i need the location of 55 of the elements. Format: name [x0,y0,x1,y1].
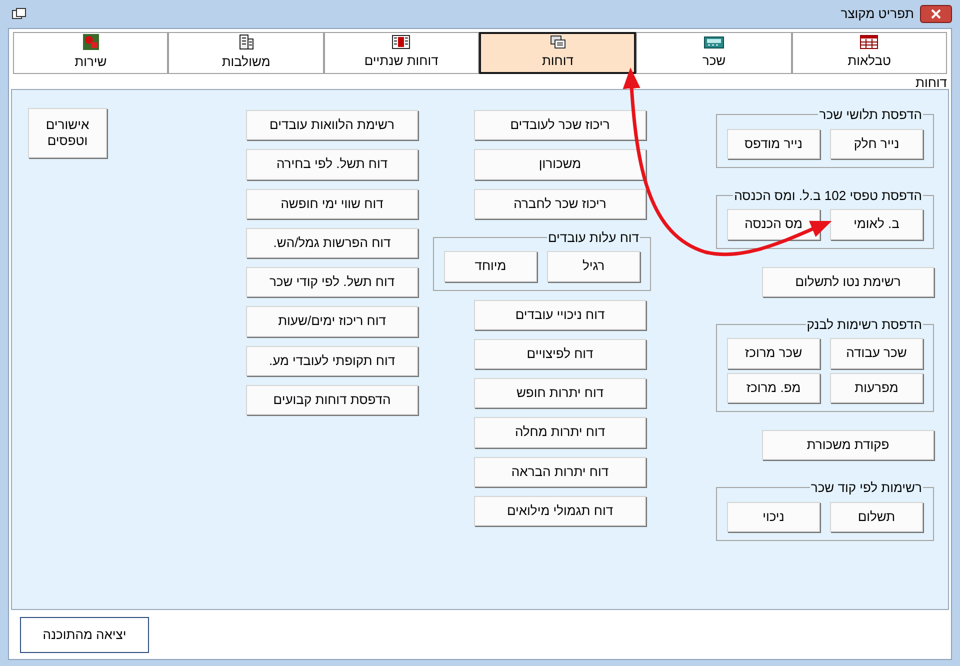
panel-title: דוחות [916,76,947,89]
tab[interactable]: טבלאות [792,32,947,74]
report-button[interactable]: דוח ריכוז ימים/שעות [246,306,418,336]
close-icon [931,9,941,19]
report-button[interactable]: דוח תקופתי לעובדי מע. [246,346,418,376]
report-button[interactable]: מפרעות [830,372,923,403]
report-button[interactable]: ריכוז שכר לעובדים [474,110,646,140]
report-button[interactable]: דוח יתרות הבראה [474,456,646,487]
report-button[interactable]: שכר מרוכז [727,338,820,368]
report-button[interactable]: דוח לפיצויים [474,338,646,369]
tab[interactable]: דוחות שנתיים [324,32,480,74]
report-button[interactable]: הדפסת דוחות קבועים [246,384,418,415]
window-title: תפריט מקוצר [840,5,914,24]
report-button[interactable]: דוח שווי ימי חופשה [246,188,418,219]
report-button[interactable]: מס הכנסה [727,209,820,240]
report-button[interactable]: דוח ניכויי עובדים [474,300,646,330]
table-icon [860,35,878,50]
report-button[interactable]: דוח תשל. לפי קודי שכר [246,267,418,298]
report-button[interactable]: ב. לאומי [830,209,923,240]
register-icon [704,35,724,50]
tab[interactable]: שירות [13,32,168,74]
report-button[interactable]: שכר עבודה [830,338,923,368]
report-button[interactable]: מפ. מרוכז [727,372,820,403]
group-label: הדפסת טפסי 102 ב.ל. ומס הכנסה [733,186,923,205]
tab[interactable]: משולבות [168,32,324,74]
building-icon [238,34,254,50]
report-button[interactable]: דוח תגמולי מילואים [474,496,646,526]
report-button[interactable]: פקודת משכורת [762,430,934,460]
calendar-icon [392,35,410,50]
report-button[interactable]: ריכוז שכר לחברה [474,188,646,219]
report-button[interactable]: משכורון [474,149,646,180]
documents-icon [550,35,566,50]
report-button[interactable]: ניכוי [727,502,820,532]
tools-icon [82,34,99,50]
report-button[interactable]: דוח יתרות מחלה [474,417,646,448]
report-button[interactable]: רגיל [547,251,640,282]
report-button[interactable]: דוח הפרשות גמל/הש. [246,228,418,258]
report-button[interactable]: דוח יתרות חופש [474,378,646,408]
group-label: דוח עלות עובדים [546,228,640,247]
group-label: רשימות לפי קוד שכר [810,479,923,497]
report-button[interactable]: רשימת הלוואות עובדים [246,110,418,140]
report-button[interactable]: רשימת נטו לתשלום [762,266,934,297]
report-button[interactable]: דוח תשל. לפי בחירה [246,149,418,180]
group-label: הדפסת רשימות לבנק [806,316,923,334]
tab[interactable]: שכר [636,32,792,74]
report-button[interactable]: תשלום [830,502,923,532]
report-button[interactable]: נייר מודפס [727,128,820,159]
tab[interactable]: דוחות [479,32,636,74]
report-button[interactable]: נייר חלק [830,128,923,159]
report-button[interactable]: אישורים וטפסים [28,108,107,158]
window-icon [12,8,26,20]
report-button[interactable]: מיוחד [444,251,537,282]
close-button[interactable] [920,5,952,23]
group-label: הדפסת תלושי שכר [818,106,923,124]
exit-button[interactable]: יציאה מהתוכנה [20,616,149,652]
